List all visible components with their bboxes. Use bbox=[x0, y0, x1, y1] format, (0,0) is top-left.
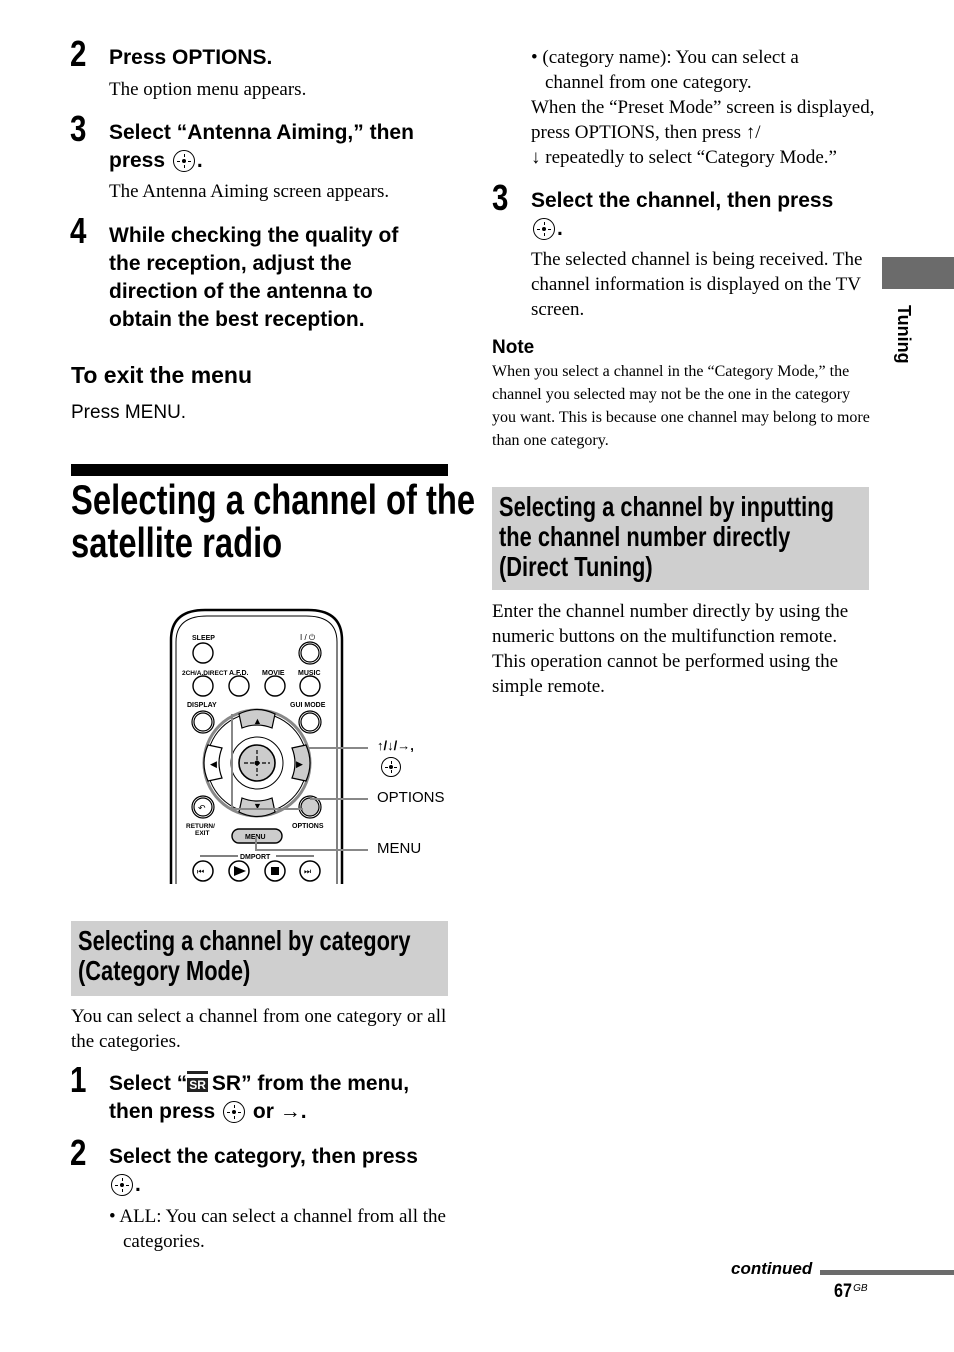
remote-glyph: ↶ bbox=[198, 803, 206, 813]
continued-rule bbox=[820, 1270, 954, 1275]
step-title-text: . bbox=[557, 217, 563, 240]
heading-line: the channel number directly bbox=[499, 521, 791, 552]
enter-button-icon bbox=[172, 150, 195, 172]
section-title-line: satellite radio bbox=[71, 519, 283, 566]
heading-line: Selecting a channel by category bbox=[78, 925, 411, 956]
preset-text-part: ↓ repeatedly to select “Category Mode.” bbox=[531, 147, 837, 168]
step-number: 1 bbox=[70, 1059, 87, 1100]
step-title: Select “Antenna Aiming,” then press . bbox=[109, 119, 454, 175]
step-number: 4 bbox=[70, 210, 87, 251]
heading-line: Selecting a channel by inputting bbox=[499, 491, 834, 522]
return-label: RETURN/ bbox=[186, 823, 215, 830]
step-number: 2 bbox=[70, 33, 87, 74]
step-title-line: the reception, adjust the bbox=[109, 252, 352, 275]
step-title: Select the category, then press . bbox=[109, 1143, 454, 1199]
arrows-callout: ↑/↓/→, bbox=[377, 738, 414, 753]
step-title-text: . bbox=[135, 1173, 141, 1196]
remote-glyph: ⏭ bbox=[304, 867, 311, 876]
options-label: OPTIONS bbox=[292, 823, 324, 830]
step-title-text: Select the channel, then press bbox=[531, 189, 834, 212]
page-suffix: GB bbox=[853, 1283, 868, 1294]
sleep-label: SLEEP bbox=[192, 635, 215, 642]
note-heading: Note bbox=[492, 337, 535, 358]
heading-line: (Category Mode) bbox=[78, 955, 251, 986]
step-number: 3 bbox=[492, 177, 509, 218]
preset-text-part: When the “Preset Mode” screen is display… bbox=[531, 97, 875, 143]
menu-callout: MENU bbox=[377, 840, 422, 857]
preset-mode-text: When the “Preset Mode” screen is display… bbox=[531, 95, 876, 170]
note-body: When you select a channel in the “Catego… bbox=[492, 363, 870, 449]
step-title-text: press bbox=[109, 149, 166, 172]
step-title-line: direction of the antenna to bbox=[109, 280, 373, 303]
step-title-text: SR” from the menu, bbox=[211, 1072, 410, 1095]
remote-glyph: ▶ bbox=[296, 759, 303, 769]
remote-glyph: ⏮ bbox=[197, 867, 204, 876]
side-tab-label: Tuning bbox=[894, 305, 914, 364]
step-title-text: Select the category, then press bbox=[109, 1145, 418, 1168]
continued-label: continued bbox=[731, 1259, 813, 1278]
step-title: Press OPTIONS. bbox=[109, 46, 273, 69]
heading-line: (Direct Tuning) bbox=[499, 551, 653, 582]
step-title-text: . bbox=[196, 149, 203, 172]
step-title-text: or →. bbox=[252, 1100, 307, 1123]
afd-button bbox=[228, 675, 250, 697]
exit-menu-body: Press MENU. bbox=[71, 402, 187, 423]
music-button bbox=[299, 675, 321, 697]
sr-icon: SR bbox=[187, 1074, 208, 1092]
step-body: The selected channel is being received. … bbox=[531, 249, 863, 320]
exit-menu-heading: To exit the menu bbox=[71, 362, 253, 388]
options-callout: OPTIONS bbox=[377, 789, 445, 806]
step-title-text: Select “Antenna Aiming,” then bbox=[109, 121, 414, 144]
power-label: I / ⏻ bbox=[300, 633, 316, 642]
page-number: 67GB bbox=[834, 1281, 868, 1303]
enter-button-icon bbox=[223, 1101, 246, 1123]
two-ch-button bbox=[192, 675, 214, 697]
exit-label: EXIT bbox=[195, 830, 209, 837]
step-title-line: While checking the quality of bbox=[109, 224, 399, 247]
section-title: Selecting a channel of the satellite rad… bbox=[71, 478, 475, 564]
category-mode-intro: You can select a channel from one catego… bbox=[71, 1006, 447, 1052]
direct-tuning-heading: Selecting a channel by inputting the cha… bbox=[499, 492, 834, 582]
step-number: 2 bbox=[70, 1132, 87, 1173]
display-label: DISPLAY bbox=[187, 702, 217, 709]
step-title-text: then press bbox=[109, 1100, 216, 1123]
bullet-all: • ALL: You can select a channel from all… bbox=[109, 1206, 446, 1252]
bullet-category-name: • (category name): You can select a chan… bbox=[531, 47, 799, 93]
step-body: The Antenna Aiming screen appears. bbox=[109, 181, 390, 202]
category-mode-heading: Selecting a channel by category (Categor… bbox=[78, 926, 411, 986]
page-number-value: 67 bbox=[834, 1281, 852, 1302]
step-title: While checking the quality of the recept… bbox=[109, 222, 454, 334]
enter-button-icon bbox=[533, 218, 555, 240]
dmport-label: DMPORT bbox=[240, 854, 271, 861]
step-title-text: Select “ bbox=[109, 1072, 188, 1095]
section-title-line: Selecting a channel of the bbox=[71, 476, 476, 523]
movie-button bbox=[264, 675, 286, 697]
step-number: 3 bbox=[70, 108, 87, 149]
side-tab-marker bbox=[882, 257, 954, 289]
sleep-button bbox=[192, 642, 214, 664]
step-body: The option menu appears. bbox=[109, 79, 307, 100]
step-title: Select the channel, then press . bbox=[531, 187, 876, 243]
remote-glyph: ▲ bbox=[253, 716, 262, 726]
step-title-line: obtain the best reception. bbox=[109, 308, 365, 331]
remote-glyph: ◀ bbox=[210, 759, 217, 769]
enter-button-icon bbox=[111, 1174, 133, 1196]
step-title: Select “SR SR” from the menu, then press … bbox=[109, 1070, 454, 1126]
enter-callout-icon bbox=[379, 757, 403, 777]
section-rule bbox=[71, 464, 448, 476]
gui-mode-label: GUI MODE bbox=[290, 702, 326, 709]
direct-tuning-body: Enter the channel number directly by usi… bbox=[492, 601, 849, 697]
